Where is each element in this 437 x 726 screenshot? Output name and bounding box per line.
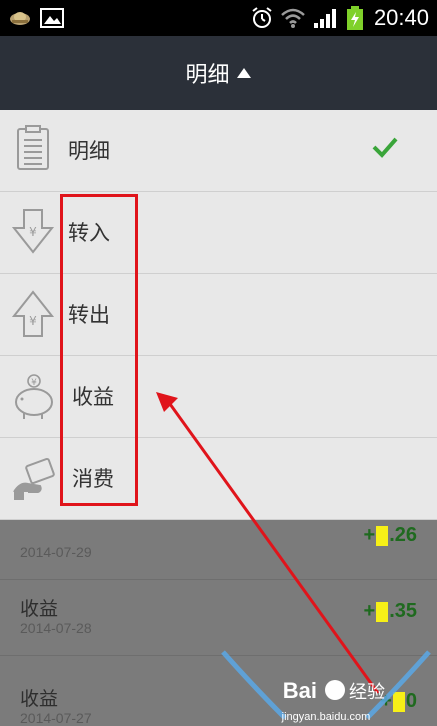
watermark-logo: Bai 经验 jingyan.baidu.com — [215, 648, 437, 726]
annotation-arrow — [156, 392, 380, 694]
svg-text:经验: 经验 — [349, 682, 385, 703]
svg-text:jingyan.baidu.com: jingyan.baidu.com — [281, 711, 371, 723]
svg-text:Bai: Bai — [283, 678, 317, 703]
